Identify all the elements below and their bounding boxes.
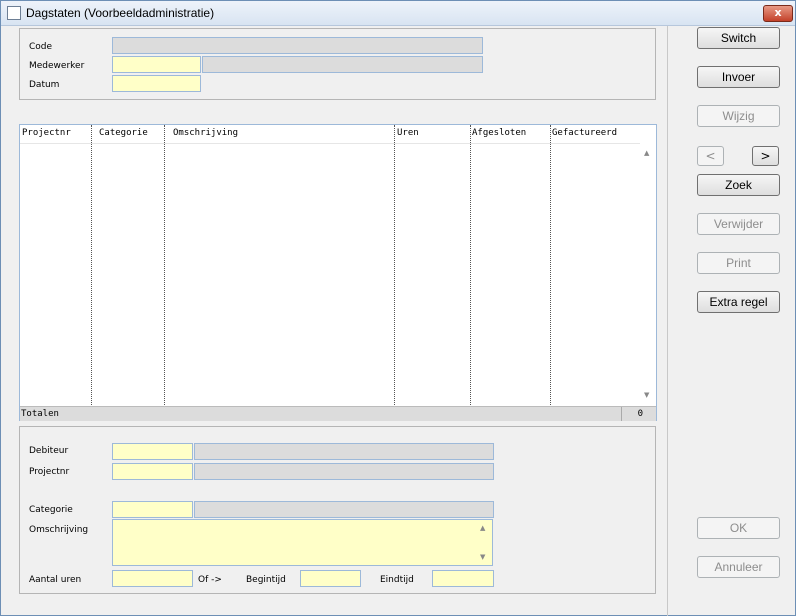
- begintijd-label: Begintijd: [246, 575, 286, 585]
- column-header-gefactureerd[interactable]: Gefactureerd: [552, 128, 617, 138]
- column-header-afgesloten[interactable]: Afgesloten: [472, 128, 526, 138]
- code-label: Code: [29, 42, 53, 52]
- column-divider: [394, 125, 395, 405]
- eindtijd-label: Eindtijd: [380, 575, 414, 585]
- column-header-projectnr[interactable]: Projectnr: [22, 128, 71, 138]
- zoek-button[interactable]: Zoek: [697, 174, 780, 196]
- header-panel: Code Medewerker Datum: [19, 28, 656, 100]
- projectnr-input[interactable]: [112, 463, 193, 480]
- medewerker-name-field: [202, 56, 483, 73]
- window-icon: [7, 6, 21, 20]
- medewerker-label: Medewerker: [29, 61, 85, 71]
- title-bar: Dagstaten (Voorbeeldadministratie) x: [1, 1, 795, 26]
- scroll-up-icon[interactable]: ▲: [644, 149, 649, 157]
- debiteur-input[interactable]: [112, 443, 193, 460]
- column-divider: [91, 125, 92, 405]
- debiteur-label: Debiteur: [29, 446, 69, 456]
- dagstaten-window: Dagstaten (Voorbeeldadministratie) x Cod…: [0, 0, 796, 616]
- column-header-uren[interactable]: Uren: [397, 128, 419, 138]
- projectnr-label: Projectnr: [29, 467, 70, 477]
- aantal-uren-input[interactable]: [112, 570, 193, 587]
- wijzig-button[interactable]: Wijzig: [697, 105, 780, 127]
- totals-label: Totalen: [21, 409, 59, 419]
- column-divider: [550, 125, 551, 405]
- totals-value-cell: 0: [621, 407, 657, 421]
- begintijd-input[interactable]: [300, 570, 361, 587]
- memo-scroll-down-icon[interactable]: ▼: [480, 553, 485, 561]
- medewerker-input[interactable]: [112, 56, 201, 73]
- omschrijving-textarea[interactable]: ▲ ▼: [112, 519, 493, 566]
- next-record-button[interactable]: >: [752, 146, 779, 166]
- projectnr-name-field: [194, 463, 494, 480]
- debiteur-name-field: [194, 443, 494, 460]
- sidebar-divider: [667, 26, 668, 616]
- column-header-omschrijving[interactable]: Omschrijving: [173, 128, 238, 138]
- verwijder-button[interactable]: Verwijder: [697, 213, 780, 235]
- memo-scroll-up-icon[interactable]: ▲: [480, 524, 485, 532]
- close-button[interactable]: x: [763, 5, 793, 22]
- detail-panel: Debiteur Projectnr Categorie Omschrijvin…: [19, 426, 656, 594]
- categorie-label: Categorie: [29, 505, 73, 515]
- datum-input[interactable]: [112, 75, 201, 92]
- column-divider: [164, 125, 165, 405]
- switch-button[interactable]: Switch: [697, 27, 780, 49]
- entries-grid[interactable]: Projectnr Categorie Omschrijving Uren Af…: [19, 124, 657, 421]
- categorie-input[interactable]: [112, 501, 193, 518]
- column-divider: [470, 125, 471, 405]
- code-field[interactable]: [112, 37, 483, 54]
- ok-button[interactable]: OK: [697, 517, 780, 539]
- annuleer-button[interactable]: Annuleer: [697, 556, 780, 578]
- of-label: Of ->: [198, 575, 222, 585]
- categorie-name-field: [194, 501, 494, 518]
- eindtijd-input[interactable]: [432, 570, 494, 587]
- column-header-categorie[interactable]: Categorie: [99, 128, 148, 138]
- memo-scrollbar[interactable]: ▲ ▼: [476, 520, 492, 565]
- invoer-button[interactable]: Invoer: [697, 66, 780, 88]
- totals-value: 0: [637, 409, 643, 419]
- grid-vertical-scrollbar[interactable]: ▲ ▼: [640, 143, 656, 405]
- omschrijving-label: Omschrijving: [29, 525, 89, 535]
- print-button[interactable]: Print: [697, 252, 780, 274]
- aantal-uren-label: Aantal uren: [29, 575, 82, 585]
- datum-label: Datum: [29, 80, 60, 90]
- extra-regel-button[interactable]: Extra regel: [697, 291, 780, 313]
- previous-record-button[interactable]: <: [697, 146, 724, 166]
- scroll-down-icon[interactable]: ▼: [644, 391, 649, 399]
- window-title: Dagstaten (Voorbeeldadministratie): [26, 6, 215, 20]
- totals-row: Totalen 0: [20, 406, 656, 421]
- grid-header-divider: [20, 143, 640, 144]
